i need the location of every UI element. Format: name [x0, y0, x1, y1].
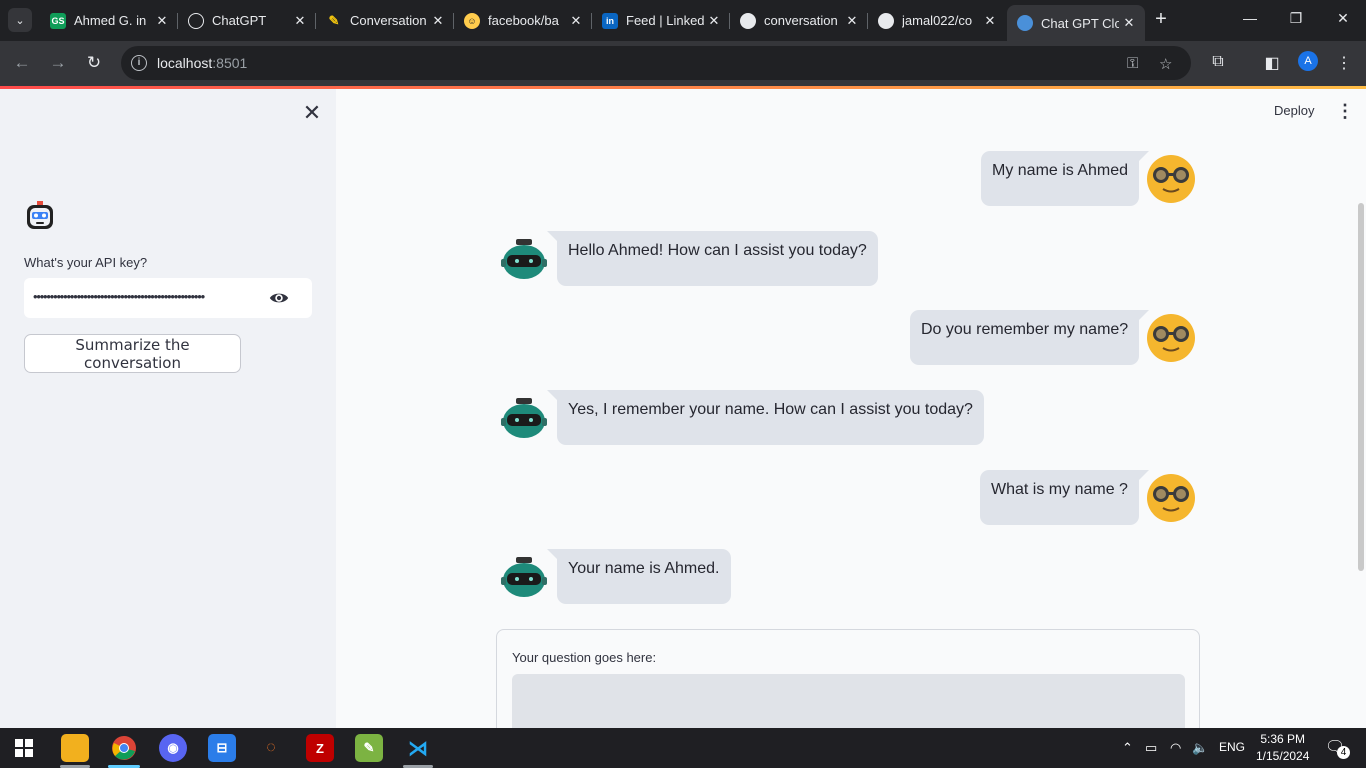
app-icon[interactable]: ⊟ — [208, 734, 236, 762]
tab-title: jamal022/co — [902, 13, 973, 28]
chatgpt-icon — [188, 12, 204, 29]
new-tab-button[interactable]: + — [1150, 8, 1172, 30]
tab-linkedin[interactable]: in Feed | Linked ✕ — [592, 5, 730, 36]
battery-icon[interactable]: ▭ — [1145, 740, 1157, 756]
vscode-icon[interactable]: ⋊ — [404, 734, 432, 762]
system-clock[interactable]: 5:36 PM 1/15/2024 — [1256, 731, 1309, 765]
linkedin-icon: in — [602, 12, 618, 29]
bot-avatar-icon — [501, 557, 547, 597]
nerd-face-avatar-icon — [1147, 314, 1195, 362]
browser-tabstrip: ⌄ GS Ahmed G. in ✕ ChatGPT ✕ ✎ Conversat… — [0, 0, 1366, 41]
discord-icon[interactable]: ◉ — [159, 734, 187, 762]
tab-title: facebook/ba — [488, 13, 559, 28]
file-explorer-icon[interactable] — [61, 734, 89, 762]
api-key-value: ••••••••••••••••••••••••••••••••••••••••… — [33, 289, 205, 304]
tab-facebook[interactable]: ☺ facebook/ba ✕ — [454, 5, 592, 36]
notepad-icon[interactable]: ✎ — [355, 734, 383, 762]
reload-icon[interactable]: ↻ — [84, 53, 104, 73]
close-icon[interactable]: ✕ — [566, 13, 586, 29]
side-panel-icon[interactable]: ◧ — [1262, 53, 1282, 73]
close-icon[interactable]: ✕ — [842, 13, 862, 29]
key-icon[interactable]: ⚿ — [1127, 55, 1138, 72]
close-icon[interactable]: ✕ — [704, 13, 724, 29]
windows-taskbar: ◉ ⊟ ◌ Z ✎ ⋊ ⌃ ▭ ◠ 🔈 ENG 5:36 PM 1/15/202… — [0, 728, 1366, 768]
extensions-icon[interactable]: ⧉ — [1208, 53, 1228, 71]
tab-github-conversation[interactable]: conversation ✕ — [730, 5, 868, 36]
chevron-up-icon[interactable]: ⌃ — [1122, 740, 1133, 756]
tab-search-button[interactable]: ⌄ — [8, 8, 32, 32]
chrome-icon[interactable] — [110, 734, 138, 762]
jupyter-icon[interactable]: ◌ — [257, 734, 285, 762]
pen-icon: ✎ — [328, 12, 340, 28]
tab-title: ChatGPT — [212, 13, 267, 28]
main-menu-icon[interactable]: ⋮ — [1336, 101, 1354, 122]
profile-avatar[interactable]: A — [1298, 51, 1318, 71]
tab-chat-gpt-clone[interactable]: Chat GPT Clo ✕ — [1007, 5, 1145, 41]
site-info-icon[interactable]: i — [131, 55, 147, 71]
close-icon[interactable]: ✕ — [152, 13, 172, 29]
deploy-button[interactable]: Deploy — [1274, 103, 1314, 118]
github-icon — [878, 12, 894, 29]
back-icon[interactable]: ← — [12, 53, 32, 73]
tab-github-jamal[interactable]: jamal022/co ✕ — [868, 5, 1006, 36]
nerd-face-avatar-icon — [1147, 155, 1195, 203]
main-content: Deploy ⋮ My name is Ahmed Hello Ahmed! H… — [336, 89, 1366, 744]
close-icon[interactable]: ✕ — [290, 13, 310, 29]
user-message: Do you remember my name? — [910, 310, 1149, 365]
tab-conversation[interactable]: ✎ Conversation ✕ — [316, 5, 454, 36]
api-key-input[interactable]: ••••••••••••••••••••••••••••••••••••••••… — [24, 278, 312, 318]
clock-time: 5:36 PM — [1260, 732, 1306, 746]
eye-icon[interactable] — [269, 289, 289, 307]
language-indicator[interactable]: ENG — [1219, 740, 1245, 754]
chrome-menu-icon[interactable]: ⋮ — [1334, 53, 1354, 73]
bot-message: Hello Ahmed! How can I assist you today? — [547, 231, 878, 286]
huggingface-icon: ☺ — [464, 12, 480, 29]
bot-message: Yes, I remember your name. How can I ass… — [547, 390, 984, 445]
clock-date: 1/15/2024 — [1256, 749, 1310, 763]
window-close-icon[interactable]: ✕ — [1333, 10, 1353, 27]
bot-message: Your name is Ahmed. — [547, 549, 731, 604]
tab-chatgpt[interactable]: ChatGPT ✕ — [178, 5, 316, 36]
nerd-face-avatar-icon — [1147, 474, 1195, 522]
user-message: What is my name ? — [980, 470, 1149, 525]
robot-logo-icon — [27, 201, 53, 229]
close-icon[interactable]: ✕ — [1119, 15, 1139, 31]
bookmark-star-icon[interactable]: ☆ — [1159, 55, 1172, 73]
forward-icon[interactable]: → — [48, 53, 68, 73]
address-bar[interactable]: i localhost:8501 ⚿ ☆ — [121, 46, 1191, 80]
sidebar-close-icon[interactable]: ✕ — [302, 102, 322, 124]
tab-title: Conversation — [350, 13, 427, 28]
main-scrollbar[interactable] — [1358, 203, 1364, 571]
sidebar: ✕ What's your API key? •••••••••••••••••… — [0, 89, 336, 728]
tab-ahmed[interactable]: GS Ahmed G. in ✕ — [40, 5, 178, 36]
bot-avatar-icon — [501, 398, 547, 438]
bot-avatar-icon — [501, 239, 547, 279]
tab-title: Feed | Linked — [626, 13, 704, 28]
wifi-icon[interactable]: ◠ — [1170, 740, 1181, 756]
tab-title: Chat GPT Clo — [1041, 15, 1119, 31]
volume-icon[interactable]: 🔈 — [1192, 740, 1208, 756]
close-icon[interactable]: ✕ — [428, 13, 448, 29]
browser-toolbar: ← → ↻ i localhost:8501 ⚿ ☆ ⧉ ◧ A ⋮ — [0, 41, 1366, 86]
user-message: My name is Ahmed — [981, 151, 1149, 206]
close-icon[interactable]: ✕ — [980, 13, 1000, 29]
tab-title: Ahmed G. in — [74, 13, 147, 28]
url-text[interactable]: localhost:8501 — [157, 55, 247, 71]
tab-title: conversation — [764, 13, 838, 28]
windows-start-icon[interactable] — [10, 734, 38, 762]
gs-icon: GS — [50, 12, 66, 29]
question-label: Your question goes here: — [512, 650, 657, 665]
robot-icon — [1017, 15, 1033, 31]
summarize-button[interactable]: Summarize the conversation — [24, 334, 241, 373]
github-icon — [740, 12, 756, 29]
api-key-label: What's your API key? — [24, 255, 148, 270]
minimize-icon[interactable]: — — [1240, 10, 1260, 26]
notification-count: 4 — [1337, 746, 1350, 759]
question-form: Your question goes here: — [496, 629, 1200, 744]
filezilla-icon[interactable]: Z — [306, 734, 334, 762]
restore-icon[interactable]: ❐ — [1286, 10, 1306, 27]
